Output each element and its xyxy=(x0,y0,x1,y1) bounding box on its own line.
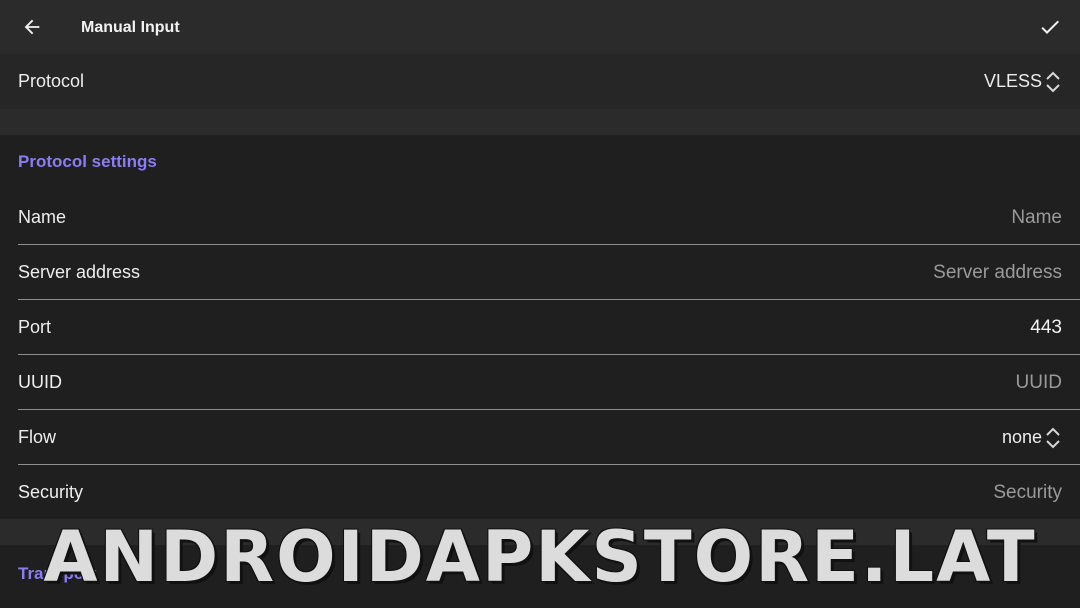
top-app-bar: Manual Input xyxy=(0,0,1080,54)
manual-input-screen: Manual Input Protocol VLESS Protocol set… xyxy=(0,0,1080,608)
check-icon xyxy=(1041,20,1059,34)
protocol-label: Protocol xyxy=(18,71,85,91)
security-input[interactable]: Security xyxy=(993,465,1062,520)
unfold-icon xyxy=(1046,427,1060,449)
flow-selector-row[interactable]: Flow none xyxy=(0,410,1080,465)
uuid-label: UUID xyxy=(18,372,62,392)
port-label: Port xyxy=(18,317,52,337)
security-field-row[interactable]: Security Security xyxy=(0,465,1080,520)
uuid-input[interactable]: UUID xyxy=(1016,355,1062,410)
arrow-left-icon xyxy=(24,19,40,35)
protocol-selector-row[interactable]: Protocol VLESS xyxy=(0,54,1080,109)
security-label: Security xyxy=(18,482,84,502)
protocol-settings-header: Protocol settings xyxy=(18,152,157,171)
back-button[interactable] xyxy=(14,9,50,45)
unfold-icon xyxy=(1046,71,1060,93)
flow-value: none xyxy=(1001,427,1042,447)
flow-label: Flow xyxy=(18,427,57,447)
server-address-label: Server address xyxy=(18,262,141,282)
page-title: Manual Input xyxy=(81,19,180,36)
watermark-text: ANDROIDAPKSTORE.LAT xyxy=(43,516,1037,598)
section-gap xyxy=(0,109,1080,135)
name-input[interactable]: Name xyxy=(1011,190,1062,245)
name-label: Name xyxy=(18,207,67,227)
port-input[interactable]: 443 xyxy=(1030,300,1062,355)
name-field-row[interactable]: Name Name xyxy=(0,190,1080,245)
server-address-field-row[interactable]: Server address Server address xyxy=(0,245,1080,300)
server-address-input[interactable]: Server address xyxy=(933,245,1062,300)
uuid-field-row[interactable]: UUID UUID xyxy=(0,355,1080,410)
port-field-row[interactable]: Port 443 xyxy=(0,300,1080,355)
protocol-value: VLESS xyxy=(983,71,1042,91)
confirm-button[interactable] xyxy=(1032,9,1068,45)
